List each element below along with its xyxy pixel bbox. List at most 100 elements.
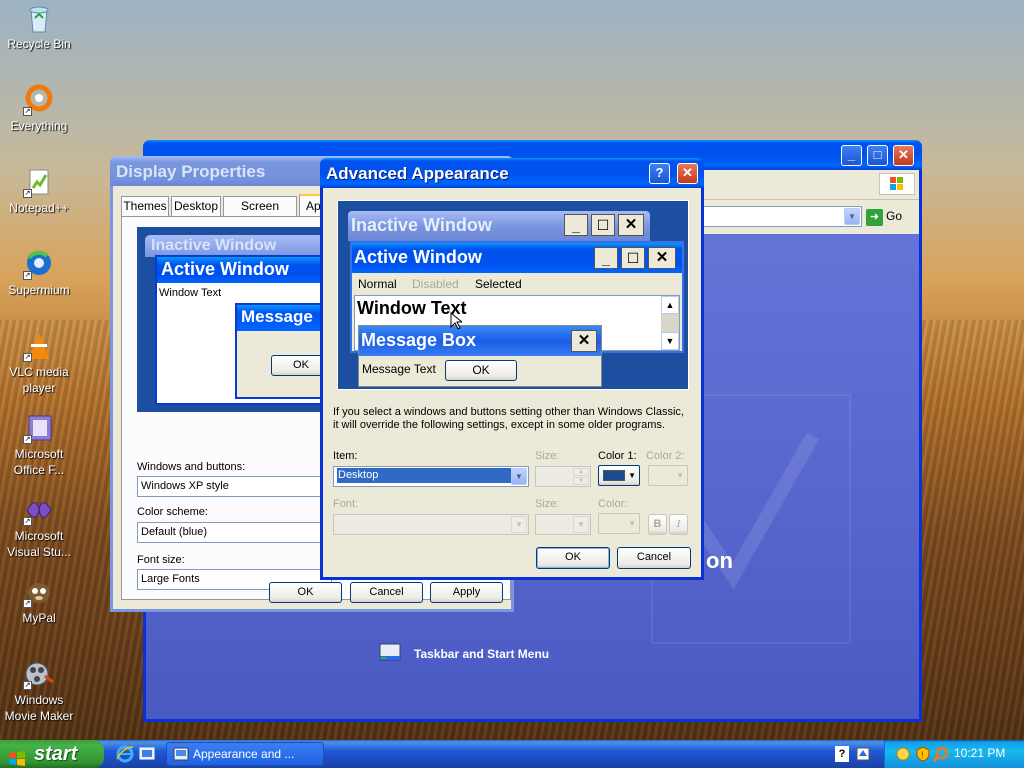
category-heading: on bbox=[706, 548, 733, 573]
color2-label: Color 2: bbox=[646, 450, 685, 462]
desktop-icon-everything[interactable]: ↗ Everything bbox=[0, 84, 78, 134]
italic-button[interactable]: I bbox=[669, 514, 688, 535]
windows-buttons-select[interactable]: Windows XP style bbox=[137, 476, 332, 497]
preview-minimize-icon: _ bbox=[594, 247, 618, 269]
color1-button[interactable]: ▼ bbox=[598, 465, 640, 486]
item-label: Item: bbox=[333, 450, 358, 462]
chevron-down-icon: ▼ bbox=[628, 519, 636, 528]
advanced-preview[interactable]: Inactive Window _ ☐ ✕ Active Window _ ☐ … bbox=[337, 200, 689, 390]
preview-window-text: Window Text bbox=[159, 287, 222, 299]
item-select[interactable]: Desktop ▼ bbox=[333, 466, 529, 487]
security-shield-icon[interactable]: ! bbox=[915, 746, 931, 762]
maximize-icon[interactable]: □ bbox=[867, 145, 888, 166]
ok-button[interactable]: OK bbox=[269, 582, 342, 603]
desktop-icon-visual-studio[interactable]: ↗ Microsoft Visual Stu... bbox=[0, 494, 78, 560]
recycle-bin-icon bbox=[23, 2, 55, 34]
chevron-down-icon[interactable]: ▼ bbox=[511, 468, 527, 485]
desktop-icon-vlc[interactable]: ↗ VLC media player bbox=[0, 330, 78, 396]
spin-up-icon[interactable]: ▲ bbox=[573, 468, 589, 476]
help-icon[interactable]: ? bbox=[649, 163, 670, 184]
internet-explorer-icon[interactable] bbox=[116, 745, 134, 763]
windows-logo-icon bbox=[879, 173, 915, 195]
network-icon[interactable] bbox=[895, 746, 911, 762]
preview-message-box[interactable]: Message Box ✕ Message Text OK bbox=[358, 325, 602, 387]
font-size-label: Size: bbox=[535, 498, 560, 510]
desktop-icon-movie-maker[interactable]: ↗ Windows Movie Maker bbox=[0, 658, 78, 724]
appearance-preview: Inactive Window Active Window Window Tex… bbox=[137, 227, 335, 412]
color2-button[interactable]: ▼ bbox=[648, 465, 688, 486]
svg-text:!: ! bbox=[921, 750, 924, 760]
preview-message-titlebar: Message Box ✕ bbox=[359, 326, 601, 356]
show-desktop-icon[interactable] bbox=[138, 745, 156, 763]
preview-inactive-title: Inactive Window bbox=[145, 235, 325, 257]
control-panel-icon bbox=[173, 746, 189, 762]
size-spinner[interactable]: ▲ ▼ bbox=[535, 466, 591, 487]
spin-down-icon[interactable]: ▼ bbox=[573, 477, 589, 485]
close-icon[interactable]: ✕ bbox=[893, 145, 914, 166]
advanced-appearance-dialog[interactable]: Advanced Appearance ? ✕ Inactive Window … bbox=[320, 158, 704, 580]
font-color-label: Color: bbox=[598, 498, 628, 510]
chevron-down-icon: ▼ bbox=[676, 471, 684, 480]
cancel-button[interactable]: Cancel bbox=[350, 582, 423, 603]
minimize-icon[interactable]: _ bbox=[841, 145, 862, 166]
start-button[interactable]: start bbox=[0, 740, 104, 768]
desktop-icon-recycle-bin[interactable]: Recycle Bin bbox=[0, 2, 78, 52]
preview-ok-button: OK bbox=[445, 360, 517, 381]
preview-menu-selected: Selected bbox=[475, 277, 522, 291]
preview-menu-normal: Normal bbox=[358, 277, 397, 291]
preview-message-text: Message Text bbox=[362, 362, 436, 376]
language-tray-icon[interactable] bbox=[856, 746, 870, 762]
taskbar: start Appearance and ... ? ! 10:21 PM bbox=[0, 740, 1024, 768]
color1-swatch bbox=[603, 470, 625, 481]
font-size-select[interactable]: ▼ bbox=[535, 514, 591, 535]
apply-button[interactable]: Apply bbox=[430, 582, 503, 603]
ok-button[interactable]: OK bbox=[536, 547, 610, 569]
taskbar-start-menu-link[interactable]: Taskbar and Start Menu bbox=[414, 647, 549, 661]
cancel-button[interactable]: Cancel bbox=[617, 547, 691, 569]
chevron-down-icon[interactable]: ▼ bbox=[844, 208, 860, 225]
windows-buttons-label: Windows and buttons: bbox=[137, 461, 246, 473]
font-select[interactable]: ▼ bbox=[333, 514, 529, 535]
go-arrow-icon: ➜ bbox=[866, 209, 883, 226]
desktop-icon-mypal[interactable]: ↗ MyPal bbox=[0, 576, 78, 626]
help-tray-icon[interactable]: ? bbox=[835, 746, 849, 762]
preview-close-icon: ✕ bbox=[648, 247, 676, 269]
chevron-down-icon: ▼ bbox=[628, 471, 636, 480]
preview-message-title: Message bbox=[237, 305, 333, 331]
window-title: Display Properties bbox=[116, 162, 266, 181]
preview-maximize-icon: ☐ bbox=[591, 214, 615, 236]
preview-close-icon: ✕ bbox=[571, 330, 597, 352]
preview-inactive-window[interactable]: Inactive Window _ ☐ ✕ bbox=[348, 211, 650, 241]
supermium-icon: ↗ bbox=[23, 248, 55, 280]
color-scheme-select[interactable]: Default (blue) bbox=[137, 522, 332, 543]
font-size-label: Font size: bbox=[137, 554, 185, 566]
movie-maker-icon: ↗ bbox=[23, 658, 55, 690]
tab-desktop[interactable]: Desktop bbox=[171, 196, 221, 216]
advanced-appearance-titlebar[interactable]: Advanced Appearance bbox=[320, 158, 704, 188]
chevron-down-icon[interactable]: ▼ bbox=[573, 516, 589, 533]
everything-icon: ↗ bbox=[23, 84, 55, 116]
preview-minimize-icon: _ bbox=[564, 214, 588, 236]
go-button[interactable]: ➜ Go bbox=[866, 206, 916, 227]
info-text-line2: it will override the following settings,… bbox=[333, 419, 665, 431]
bold-button[interactable]: B bbox=[648, 514, 667, 535]
preview-menu-disabled: Disabled bbox=[412, 277, 459, 291]
taskbar-item-appearance[interactable]: Appearance and ... bbox=[166, 742, 324, 766]
vlc-icon: ↗ bbox=[23, 330, 55, 362]
office-icon: ↗ bbox=[23, 412, 55, 444]
close-icon[interactable]: ✕ bbox=[677, 163, 698, 184]
chevron-down-icon[interactable]: ▼ bbox=[511, 516, 527, 533]
preview-close-icon: ✕ bbox=[618, 214, 644, 236]
mypal-icon: ↗ bbox=[23, 576, 55, 608]
windows-flag-icon bbox=[8, 746, 26, 766]
desktop-icon-office[interactable]: ↗ Microsoft Office F... bbox=[0, 412, 78, 478]
mouse-cursor-icon bbox=[450, 311, 464, 330]
taskbar-category-icon bbox=[378, 640, 402, 664]
tab-screen-saver[interactable]: Screen Saver bbox=[223, 196, 297, 231]
preview-active-titlebar: Active Window _ ☐ ✕ bbox=[352, 243, 682, 273]
desktop-icon-supermium[interactable]: ↗ Supermium bbox=[0, 248, 78, 298]
tab-themes[interactable]: Themes bbox=[121, 196, 169, 216]
font-color-button[interactable]: ▼ bbox=[598, 513, 640, 534]
desktop-icon-notepadpp[interactable]: ↗ Notepad++ bbox=[0, 166, 78, 216]
search-icon[interactable] bbox=[932, 746, 949, 763]
